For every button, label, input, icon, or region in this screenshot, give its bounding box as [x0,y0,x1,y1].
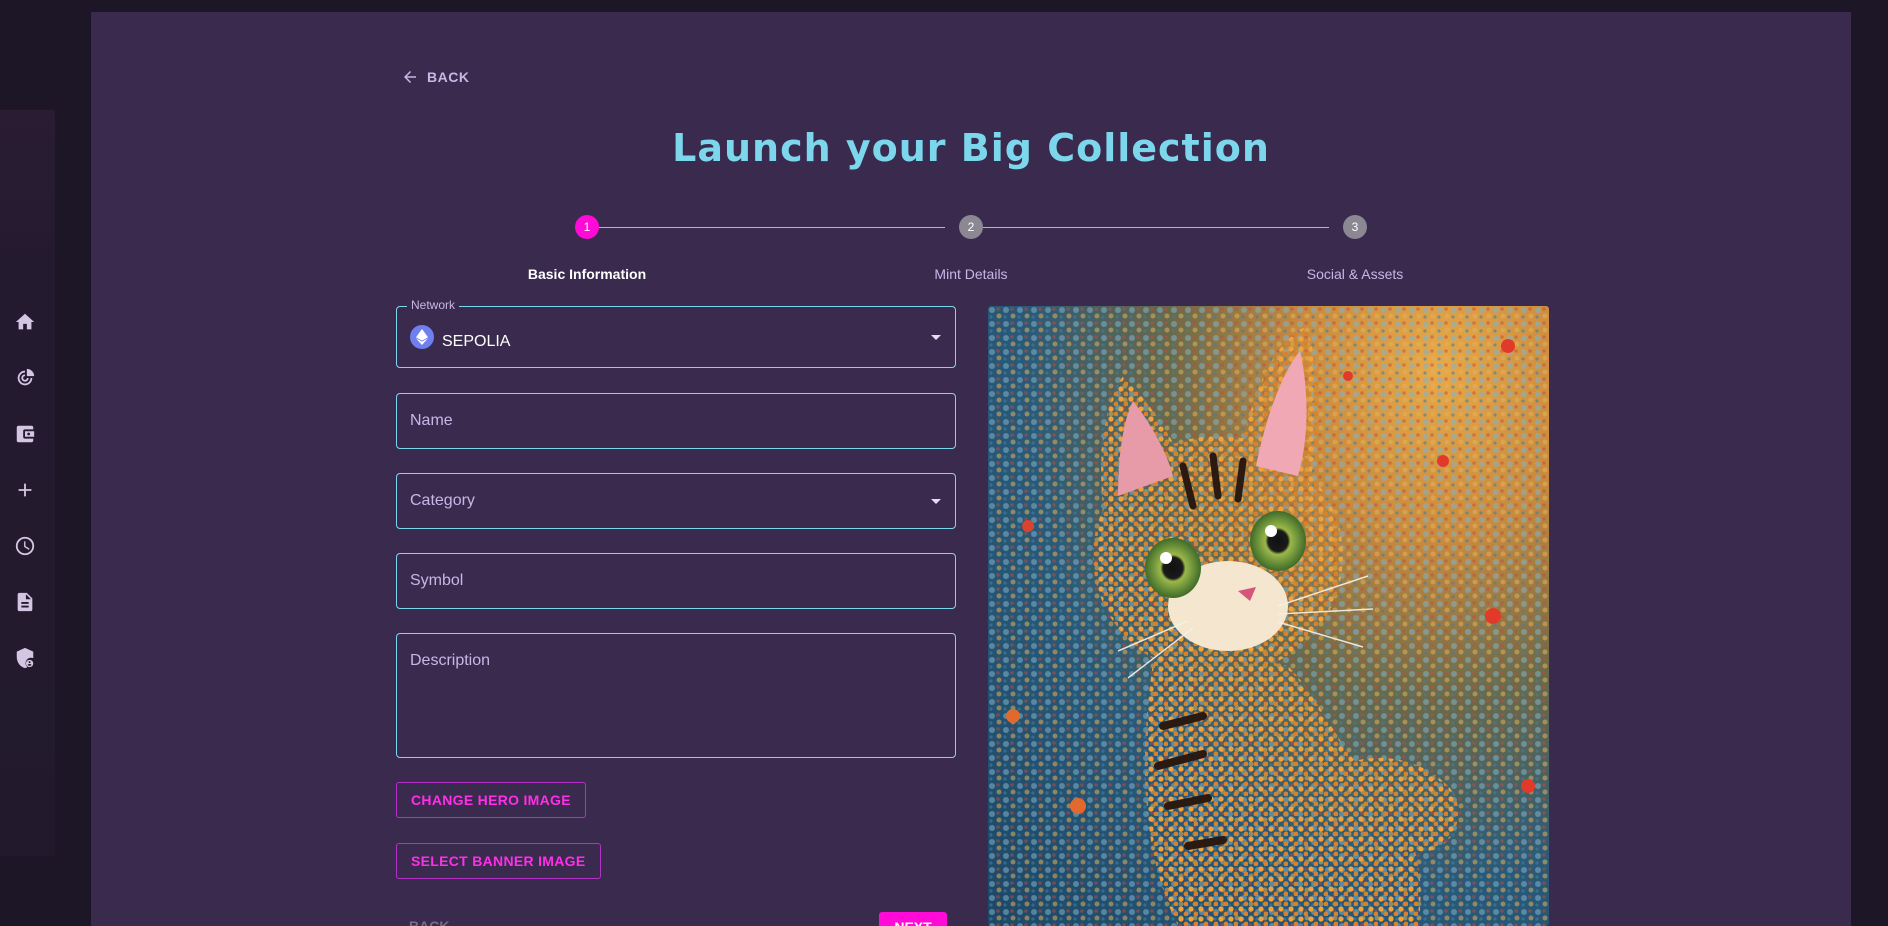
document-icon[interactable] [13,590,37,614]
chevron-down-icon [931,335,941,340]
step-1-circle[interactable]: 1 [575,215,599,239]
add-icon[interactable] [13,478,37,502]
category-placeholder: Category [410,492,475,509]
stepper: 1 2 3 Basic Information Mint Details Soc… [487,214,1403,284]
back-link-label: BACK [427,69,470,85]
name-placeholder: Name [410,412,453,429]
step-3-label: Social & Assets [1306,266,1404,282]
sidebar [0,110,55,856]
security-icon[interactable] [13,646,37,670]
form-back-button[interactable]: BACK [409,918,449,926]
history-icon[interactable] [13,534,37,558]
hero-image [988,306,1549,926]
network-legend: Network [407,298,460,312]
step-2-label: Mint Details [934,266,1008,282]
main-panel: BACK Launch your Big Collection 1 2 3 Ba… [91,12,1851,926]
chevron-down-icon [931,499,941,504]
step-connector [981,227,1329,228]
ethereum-icon [410,325,434,349]
next-button[interactable]: NEXT [879,912,947,926]
symbol-placeholder: Symbol [410,572,464,589]
home-icon[interactable] [13,310,37,334]
select-banner-image-button[interactable]: SELECT BANNER IMAGE [396,843,601,879]
step-2-circle[interactable]: 2 [959,215,983,239]
step-3-circle[interactable]: 3 [1343,215,1367,239]
step-1-label: Basic Information [527,266,647,282]
arrow-left-icon [404,71,416,83]
description-placeholder: Description [410,652,491,669]
stats-icon[interactable] [13,366,37,390]
wallet-icon[interactable] [13,422,37,446]
network-value: SEPOLIA [442,333,511,350]
network-select[interactable]: Network SEPOLIA [396,298,956,368]
step-connector [597,227,945,228]
name-input[interactable]: Name [396,393,956,449]
change-hero-image-button[interactable]: CHANGE HERO IMAGE [396,782,586,818]
category-select[interactable]: Category [396,473,956,529]
description-textarea[interactable]: Description [396,633,956,758]
back-link[interactable]: BACK [401,68,469,86]
symbol-input[interactable]: Symbol [396,553,956,609]
page-title: Launch your Big Collection [672,126,1270,170]
